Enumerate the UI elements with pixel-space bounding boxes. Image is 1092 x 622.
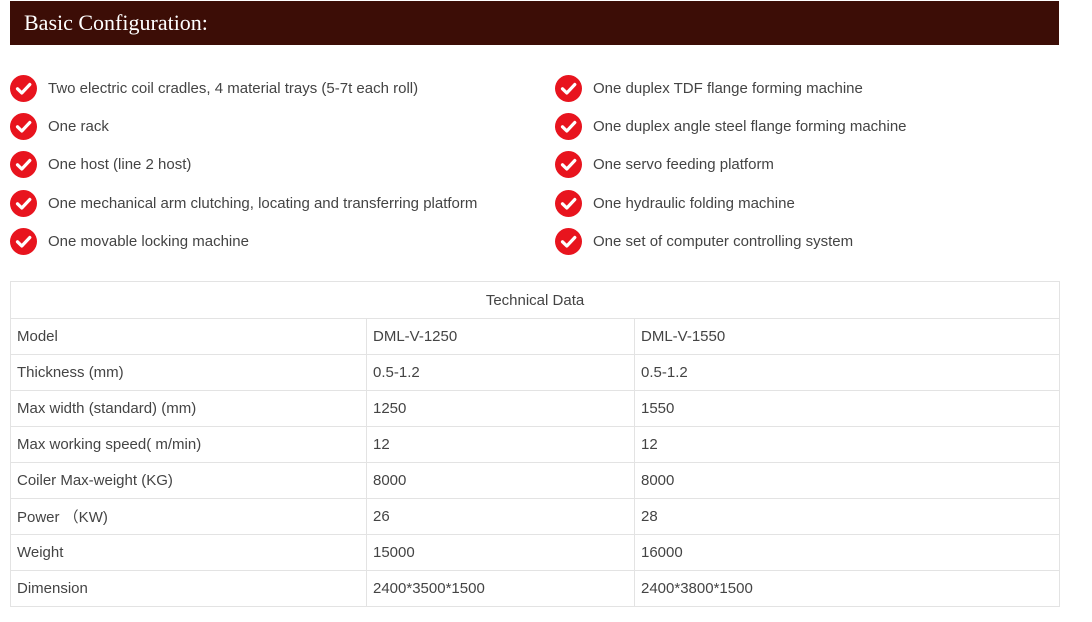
table-cell: 8000 [366, 462, 635, 499]
feature-list-left: Two electric coil cradles, 4 material tr… [10, 70, 540, 261]
table-cell: 8000 [633, 462, 1061, 499]
table-row: Coiler Max-weight (KG) 8000 8000 [10, 462, 1061, 499]
table-row: Weight 15000 16000 [10, 534, 1061, 571]
feature-label: One hydraulic folding machine [593, 194, 795, 212]
feature-label: One duplex angle steel flange forming ma… [593, 118, 907, 136]
check-circle-icon [10, 75, 37, 102]
feature-item: Two electric coil cradles, 4 material tr… [10, 70, 540, 108]
feature-label: One rack [48, 118, 109, 136]
table-cell: Dimension [10, 570, 367, 607]
table-cell: 12 [366, 426, 635, 463]
feature-label: One servo feeding platform [593, 156, 774, 174]
table-cell: 0.5-1.2 [633, 354, 1061, 391]
table-cell: Max working speed( m/min) [10, 426, 367, 463]
table-cell: 2400*3500*1500 [366, 570, 635, 607]
table-caption: Technical Data [9, 281, 1061, 319]
check-circle-icon [10, 189, 37, 217]
check-circle-icon [555, 75, 582, 102]
check-circle-icon [555, 151, 582, 179]
table-row: Dimension 2400*3500*1500 2400*3800*1500 [10, 570, 1061, 607]
check-circle-icon [555, 113, 582, 141]
feature-item: One movable locking machine [10, 223, 540, 261]
feature-item: One duplex TDF flange forming machine [555, 70, 1055, 108]
check-circle-icon [10, 227, 37, 255]
feature-label: Two electric coil cradles, 4 material tr… [48, 80, 419, 97]
table-row: Max width (standard) (mm) 1250 1550 [10, 390, 1061, 427]
feature-item: One set of computer controlling system [555, 223, 1055, 261]
check-circle-icon [10, 113, 37, 141]
table-cell: Weight [10, 534, 367, 571]
table-cell: 26 [366, 498, 635, 535]
check-circle-icon [555, 189, 582, 217]
table-cell: 1550 [633, 390, 1061, 427]
feature-item: One duplex angle steel flange forming ma… [555, 108, 1055, 146]
table-row: Max working speed( m/min) 12 12 [10, 426, 1061, 463]
table-cell: DML-V-1250 [366, 318, 635, 355]
table-cell: Thickness (mm) [10, 354, 367, 391]
feature-item: One rack [10, 108, 540, 146]
table-cell: Power （KW) [10, 498, 367, 535]
check-circle-icon [555, 227, 582, 255]
section-header: Basic Configuration: [10, 1, 1059, 45]
feature-item: One servo feeding platform [555, 146, 1055, 184]
feature-label: One set of computer controlling system [593, 232, 854, 250]
table-cell: 15000 [366, 534, 635, 571]
table-caption-row: Technical Data [9, 281, 1061, 319]
feature-item: One mechanical arm clutching, locating a… [10, 185, 540, 223]
table-cell: Model [10, 318, 367, 355]
table-cell: Coiler Max-weight (KG) [10, 462, 367, 499]
table-cell: 2400*3800*1500 [633, 570, 1061, 607]
feature-item: One host (line 2 host) [10, 146, 540, 184]
table-row: Model DML-V-1250 DML-V-1550 [10, 318, 1061, 355]
feature-label: One host (line 2 host) [48, 156, 192, 174]
check-circle-icon [10, 151, 37, 179]
table-cell: 12 [633, 426, 1061, 463]
section-title: Basic Configuration: [24, 10, 208, 35]
table-row: Power （KW) 26 28 [10, 498, 1061, 535]
table-cell: 28 [633, 498, 1061, 535]
table-cell: 0.5-1.2 [366, 354, 635, 391]
feature-label: One mechanical arm clutching, locating a… [48, 194, 478, 212]
table-cell: Max width (standard) (mm) [10, 390, 367, 427]
feature-item: One hydraulic folding machine [555, 185, 1055, 223]
feature-list-right: One duplex TDF flange forming machine On… [555, 70, 1055, 261]
technical-data-table: Technical Data Model DML-V-1250 DML-V-15… [9, 281, 1061, 607]
table-cell: 1250 [366, 390, 635, 427]
table-cell: DML-V-1550 [633, 318, 1061, 355]
table-cell: 16000 [633, 534, 1061, 571]
feature-label: One movable locking machine [48, 232, 249, 250]
table-row: Thickness (mm) 0.5-1.2 0.5-1.2 [10, 354, 1061, 391]
feature-label: One duplex TDF flange forming machine [593, 80, 863, 97]
